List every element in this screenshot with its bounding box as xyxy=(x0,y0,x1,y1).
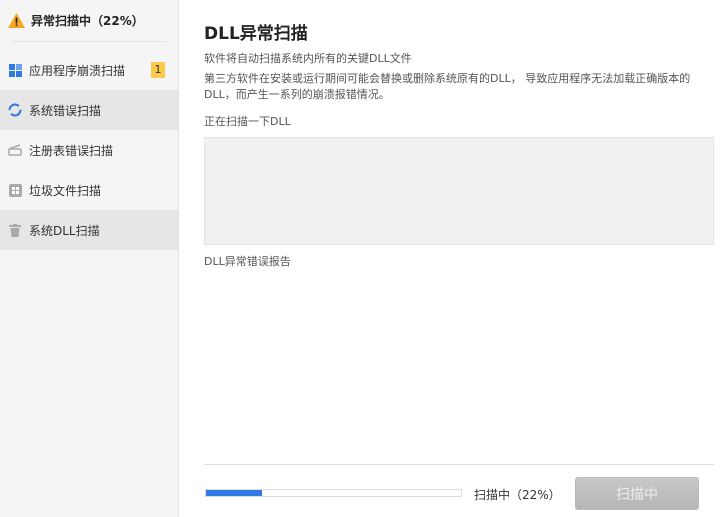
progress-text: 扫描中（22%） xyxy=(474,486,561,503)
scanning-label: 正在扫描一下DLL xyxy=(204,114,291,130)
divider xyxy=(204,464,714,465)
report-label: DLL异常错误报告 xyxy=(204,254,291,270)
sidebar-item-label: 注册表错误扫描 xyxy=(29,142,113,159)
progress-fill xyxy=(206,490,262,496)
junk-files-icon xyxy=(8,183,22,197)
scan-status: 异常扫描中（22%） xyxy=(0,0,178,40)
description-detail: 第三方软件在安装或运行期间可能会替换或删除系统原有的DLL， 导致应用程序无法加… xyxy=(204,71,694,103)
sidebar-item-registry[interactable]: 注册表错误扫描 xyxy=(0,130,178,170)
description-line: 软件将自动扫描系统内所有的关键DLL文件 xyxy=(204,51,412,67)
warning-icon xyxy=(8,13,25,28)
sidebar-item-junk[interactable]: 垃圾文件扫描 xyxy=(0,170,178,210)
page-title: DLL异常扫描 xyxy=(204,19,308,44)
sidebar-item-label: 系统DLL扫描 xyxy=(29,222,100,239)
grid-icon xyxy=(8,63,22,77)
scan-status-text: 异常扫描中（22%） xyxy=(31,12,144,29)
main-panel: DLL异常扫描 软件将自动扫描系统内所有的关键DLL文件 第三方软件在安装或运行… xyxy=(180,0,720,517)
registry-icon xyxy=(8,143,22,157)
divider xyxy=(12,41,166,42)
scan-log-box xyxy=(204,137,714,245)
sidebar-item-label: 应用程序崩溃扫描 xyxy=(29,62,125,79)
loading-icon xyxy=(8,103,22,117)
sidebar-item-label: 系统错误扫描 xyxy=(29,102,101,119)
sidebar-item-system-error[interactable]: 系统错误扫描 xyxy=(0,90,178,130)
trash-icon xyxy=(8,223,22,237)
sidebar-item-app-crash[interactable]: 应用程序崩溃扫描 1 xyxy=(0,50,178,90)
progress-bar xyxy=(205,489,462,497)
count-badge: 1 xyxy=(151,62,165,78)
sidebar: 异常扫描中（22%） 应用程序崩溃扫描 1 系统错误扫描 注册表错误扫描 垃圾文… xyxy=(0,0,179,517)
scan-button[interactable]: 扫描中 xyxy=(575,477,699,510)
sidebar-item-dll[interactable]: 系统DLL扫描 xyxy=(0,210,178,250)
sidebar-item-label: 垃圾文件扫描 xyxy=(29,182,101,199)
